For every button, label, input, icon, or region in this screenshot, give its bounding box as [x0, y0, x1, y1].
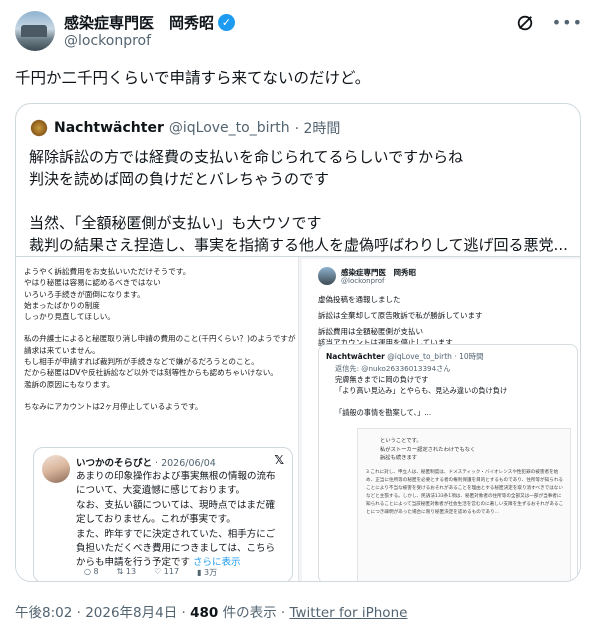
- left-image-line: 私の弁護士によると秘匿取り消し申請の費用のこと(千円くらい？)のようですが: [24, 334, 296, 344]
- right-image-line: 虚偽投稿を通報しました: [318, 295, 401, 304]
- right-sub-text: 返信先: @nuko26336013394さん 完膚無きまでに岡の負けです 「よ…: [335, 363, 507, 418]
- left-image-line: 始まったばかりの制度: [24, 300, 100, 310]
- like-icon: ♡ 117: [154, 567, 180, 576]
- right-image-avatar: [318, 267, 336, 285]
- quoted-handle[interactable]: @iqLove_to_birth: [169, 120, 290, 136]
- quoted-header: Nachtwächter @iqLove_to_birth · 2時間: [29, 118, 340, 138]
- repost-icon: ⇅ 13: [116, 567, 137, 576]
- quoted-time[interactable]: · 2時間: [295, 118, 341, 138]
- embedded-tweet-card: いつかのそらぴと · 2026/06/04 𝕏 あまりの印象操作および事実無根の…: [33, 447, 293, 581]
- views-count-footer: 480: [190, 605, 219, 621]
- left-image-line: ようやく訴訟費用をお支払いいただけそうです。: [24, 267, 191, 276]
- more-options-icon[interactable]: •••: [552, 14, 583, 32]
- tweet: 感染症専門医 岡秀昭 ✓ @lockonprof ••• 千円か二千円くらいで申…: [0, 0, 597, 627]
- source-link[interactable]: Twitter for iPhone: [289, 605, 407, 621]
- quoted-avatar[interactable]: [29, 118, 49, 138]
- right-sub-header: Nachtwächter @iqLove_to_birth · 10時間: [326, 351, 484, 362]
- right-image-line: 訴訟費用は全額秘匿側が支払い: [318, 327, 423, 336]
- embedded-name: いつかのそらぴと: [76, 458, 153, 469]
- right-sub-line: 「より高い見込み」とやらも、見込み違いの負け負け: [335, 386, 508, 395]
- embedded-line: なお、支払い額については、現時点ではまだ確: [76, 499, 276, 511]
- embedded-line: あまりの印象操作および事実無根の情報の流布: [76, 471, 276, 482]
- left-image-line: いろいろ手続きが面倒になります。: [24, 289, 145, 299]
- grok-icon[interactable]: [516, 14, 534, 32]
- quoted-text: 解除訴訟の方では経費の支払いを命じられてるらしいですからね 判決を読めば岡の負け…: [29, 146, 568, 256]
- embedded-line: また、昨年すでに決定されていた、相手方にご: [76, 528, 276, 540]
- left-image-line: しっかり見直してほしい。: [24, 312, 115, 322]
- x-logo-icon: 𝕏: [274, 453, 284, 467]
- document-body: 3 これに対し、申立人は、秘匿制度は、ドメスティック・バイオレンスや性犯罪の被害…: [366, 470, 564, 515]
- right-sub-line: 「請般の事情を勘案して、」...: [335, 408, 432, 417]
- quoted-line: 裁判の結果さえ捏造し、事実を指摘する他人を虚偽呼ばわりして逃げ回る悪党...: [29, 236, 568, 254]
- author-name-row[interactable]: 感染症専門医 岡秀昭 ✓: [64, 12, 236, 33]
- left-image-line: ちなみにアカウントは2ヶ月停止しているようです。: [24, 401, 203, 411]
- tweet-timestamp[interactable]: 午後8:02 · 2026年8月4日 ·: [15, 605, 190, 621]
- repost-count: 13: [125, 567, 137, 576]
- attached-images[interactable]: ようやく訴訟費用をお支払いいただけそうです。 やはり秘匿は容易に認めるべきではな…: [16, 256, 580, 581]
- embedded-text: あまりの印象操作および事実無根の情報の流布 について、大変遺憾に感じております。…: [76, 470, 276, 571]
- right-image-line: 訴訟は全棄却して原告敗訴で私が勝訴しています: [318, 311, 483, 320]
- quoted-display-name[interactable]: Nachtwächter: [54, 120, 164, 136]
- quoted-line: 当然、「全額秘匿側が支払い」も大ウソです: [29, 214, 322, 232]
- like-count: 117: [163, 567, 180, 576]
- quoted-line: 解除訴訟の方では経費の支払いを命じられてるらしいですからね: [29, 148, 464, 166]
- right-sub-name: Nachtwächter: [326, 352, 385, 361]
- quoted-tweet[interactable]: Nachtwächter @iqLove_to_birth · 2時間 解除訴訟…: [15, 103, 581, 582]
- left-image-line: やはり秘匿は容易に認めるべきではない: [24, 278, 161, 288]
- top-icons: •••: [516, 14, 583, 32]
- avatar[interactable]: [15, 11, 55, 51]
- right-image-quoted: Nachtwächter @iqLove_to_birth · 10時間 返信先…: [318, 344, 578, 581]
- reply-icon: ○ 8: [84, 567, 99, 576]
- reply-count: 8: [93, 567, 99, 576]
- embedded-actions: ○ 8 ⇅ 13 ♡ 117 ▮ 3万: [84, 567, 217, 578]
- document-line: 私がストーカー認定されたわけでもなく: [380, 446, 476, 453]
- verified-badge-icon: ✓: [218, 14, 236, 31]
- quoted-line: 判決を読めば岡の負けだとバレちゃうのです: [29, 170, 330, 188]
- left-image-line: だから秘匿はDVや反社訴訟など以外では刻等性からも認めちゃいけない。: [24, 368, 278, 378]
- left-image-line: 濫訴の原因にもなります。: [24, 379, 115, 389]
- right-image-text: 虚偽投稿を通報しました 訴訟は全棄却して原告敗訴で私が勝訴しています 訴訟費用は…: [318, 294, 483, 348]
- document-line: ということです。: [380, 438, 422, 444]
- document-line: 訴訟も続きます: [380, 455, 418, 461]
- embedded-line: について、大変遺憾に感じております。: [76, 485, 246, 497]
- left-image-line: 請求は来ていません。: [24, 345, 100, 355]
- right-sub-line: 完膚無きまでに岡の負けです: [335, 375, 429, 384]
- right-image-handle: @lockonprof: [341, 277, 385, 285]
- views-count: 3万: [204, 568, 218, 577]
- document-lines: ということです。 私がストーカー認定されたわけでもなく 訴訟も続きます: [380, 437, 475, 463]
- embedded-avatar: [42, 455, 70, 483]
- attached-image-left[interactable]: ようやく訴訟費用をお支払いいただけそうです。 やはり秘匿は容易に認めるべきではな…: [16, 257, 299, 581]
- right-sub-meta: @iqLove_to_birth · 10時間: [387, 352, 484, 361]
- right-sub-reply: 返信先: @nuko26336013394さん: [335, 364, 451, 373]
- embedded-line: 負担いただくべき費用につきましては、こちら: [76, 543, 276, 555]
- left-image-text: ようやく訴訟費用をお支払いいただけそうです。 やはり秘匿は容易に認めるべきではな…: [24, 266, 295, 412]
- embedded-line: 定しておりません。これが事実です。: [76, 514, 236, 526]
- embedded-header: いつかのそらぴと · 2026/06/04: [76, 455, 216, 469]
- document-image: ということです。 私がストーカー認定されたわけでもなく 訴訟も続きます 3 これ…: [357, 428, 571, 581]
- attached-image-right[interactable]: 感染症専門医 岡秀昭 @lockonprof 虚偽投稿を通報しました 訴訟は全棄…: [299, 257, 580, 581]
- views-icon: ▮ 3万: [197, 568, 218, 577]
- author-handle[interactable]: @lockonprof: [64, 33, 151, 49]
- embedded-date: · 2026/06/04: [155, 458, 216, 469]
- right-image-card: 感染症専門医 岡秀昭 @lockonprof 虚偽投稿を通報しました 訴訟は全棄…: [302, 259, 580, 581]
- views-label: 件の表示 ·: [218, 605, 290, 621]
- tweet-text: 千円か二千円くらいで申請すら来てないのだけど。: [15, 69, 371, 87]
- tweet-footer: 午後8:02 · 2026年8月4日 · 480 件の表示 · Twitter …: [15, 601, 407, 621]
- left-image-line: もし相手が申請すれば裁判所が手続きなどで嫌がるだろうとのこと。: [24, 357, 259, 367]
- author-display-name[interactable]: 感染症専門医 岡秀昭: [64, 12, 214, 33]
